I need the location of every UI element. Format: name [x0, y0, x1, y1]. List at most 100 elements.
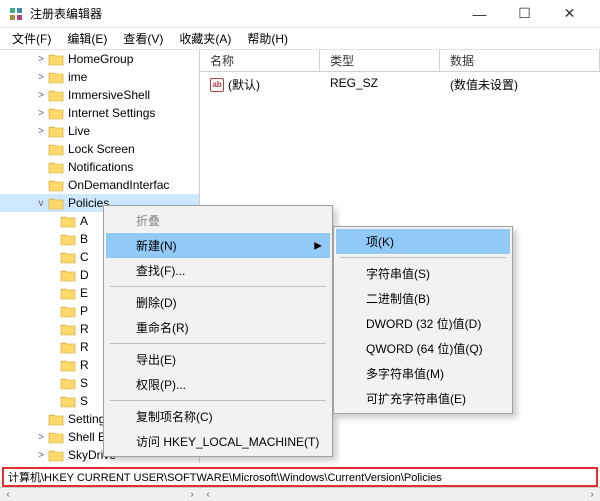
menu-separator — [340, 257, 506, 258]
menubar: 文件(F) 编辑(E) 查看(V) 收藏夹(A) 帮助(H) — [0, 28, 600, 50]
menu-rename[interactable]: 重命名(R) — [106, 315, 330, 340]
folder-icon — [60, 250, 76, 264]
tree-label: HomeGroup — [66, 52, 135, 66]
tree-label: R — [78, 358, 91, 372]
list-header: 名称 类型 数据 — [200, 50, 600, 72]
folder-icon — [60, 376, 76, 390]
tree-expander-icon[interactable]: > — [34, 126, 48, 137]
titlebar: 注册表编辑器 — ☐ ✕ — [0, 0, 600, 28]
submenu-key[interactable]: 项(K) — [336, 229, 510, 254]
menu-copy-key[interactable]: 复制项名称(C) — [106, 404, 330, 429]
tree-item[interactable]: > HomeGroup — [0, 50, 199, 68]
menu-view[interactable]: 查看(V) — [115, 28, 171, 49]
submenu-binary[interactable]: 二进制值(B) — [336, 286, 510, 311]
tree-label: Notifications — [66, 160, 135, 174]
menu-separator — [110, 286, 326, 287]
list-row[interactable]: ab (默认) REG_SZ (数值未设置) — [200, 72, 600, 97]
tree-label: Lock Screen — [66, 142, 137, 156]
menu-find[interactable]: 查找(F)... — [106, 258, 330, 283]
tree-expander-icon[interactable]: > — [34, 72, 48, 83]
cell-data: (数值未设置) — [440, 74, 600, 95]
folder-icon — [48, 52, 64, 66]
menu-delete[interactable]: 删除(D) — [106, 290, 330, 315]
tree-item[interactable]: >ime — [0, 68, 199, 86]
folder-icon — [48, 178, 64, 192]
submenu-string[interactable]: 字符串值(S) — [336, 261, 510, 286]
tree-label: S — [78, 376, 90, 390]
menu-favorites[interactable]: 收藏夹(A) — [171, 28, 239, 49]
chevron-right-icon: ▶ — [314, 240, 322, 251]
folder-icon — [48, 142, 64, 156]
string-value-icon: ab — [210, 78, 224, 92]
menu-separator — [110, 343, 326, 344]
tree-item[interactable]: > Live — [0, 122, 199, 140]
minimize-button[interactable]: — — [457, 0, 502, 28]
default-value-name: (默认) — [228, 76, 260, 93]
horizontal-scrollbar[interactable]: ‹› ‹› — [0, 487, 600, 501]
folder-icon — [60, 304, 76, 318]
menu-goto-hklm[interactable]: 访问 HKEY_LOCAL_MACHINE(T) — [106, 429, 330, 454]
folder-icon — [48, 70, 64, 84]
folder-icon — [60, 358, 76, 372]
cell-type: REG_SZ — [320, 74, 440, 95]
folder-icon — [60, 394, 76, 408]
folder-icon — [48, 88, 64, 102]
menu-collapse[interactable]: 折叠 — [106, 208, 330, 233]
tree-item[interactable]: > ImmersiveShell — [0, 86, 199, 104]
menu-new[interactable]: 新建(N) ▶ — [106, 233, 330, 258]
tree-expander-icon[interactable]: > — [34, 432, 48, 443]
menu-export[interactable]: 导出(E) — [106, 347, 330, 372]
menu-help[interactable]: 帮助(H) — [239, 28, 296, 49]
submenu-qword[interactable]: QWORD (64 位)值(Q) — [336, 336, 510, 361]
folder-icon — [60, 268, 76, 282]
tree-expander-icon[interactable]: > — [34, 450, 48, 461]
menu-file[interactable]: 文件(F) — [4, 28, 59, 49]
tree-label: P — [78, 304, 90, 318]
tree-label: D — [78, 268, 91, 282]
tree-label: A — [78, 214, 90, 228]
cell-name: ab (默认) — [200, 74, 320, 95]
tree-expander-icon[interactable]: > — [34, 108, 48, 119]
folder-icon — [48, 412, 64, 426]
close-button[interactable]: ✕ — [547, 0, 592, 28]
tree-label: Live — [66, 124, 92, 138]
col-type[interactable]: 类型 — [320, 50, 440, 71]
folder-icon — [48, 430, 64, 444]
folder-icon — [48, 124, 64, 138]
folder-icon — [60, 286, 76, 300]
status-path: 计算机\HKEY CURRENT USER\SOFTWARE\Microsoft… — [2, 467, 598, 487]
tree-item[interactable]: OnDemandInterfac — [0, 176, 199, 194]
tree-item[interactable]: Lock Screen — [0, 140, 199, 158]
menu-separator — [110, 400, 326, 401]
submenu-multi[interactable]: 多字符串值(M) — [336, 361, 510, 386]
folder-icon — [60, 340, 76, 354]
tree-expander-icon[interactable]: > — [34, 90, 48, 101]
submenu-expand[interactable]: 可扩充字符串值(E) — [336, 386, 510, 411]
tree-label: R — [78, 322, 91, 336]
app-icon — [8, 6, 24, 22]
folder-icon — [48, 448, 64, 462]
col-data[interactable]: 数据 — [440, 50, 600, 71]
submenu-new: 项(K) 字符串值(S) 二进制值(B) DWORD (32 位)值(D) QW… — [333, 226, 513, 414]
menu-new-label: 新建(N) — [136, 239, 177, 253]
context-menu: 折叠 新建(N) ▶ 查找(F)... 删除(D) 重命名(R) 导出(E) 权… — [103, 205, 333, 457]
tree-label: OnDemandInterfac — [66, 178, 171, 192]
window-title: 注册表编辑器 — [30, 5, 457, 22]
tree-expander-icon[interactable]: > — [34, 54, 48, 65]
folder-icon — [48, 160, 64, 174]
folder-icon — [48, 106, 64, 120]
menu-permissions[interactable]: 权限(P)... — [106, 372, 330, 397]
submenu-dword[interactable]: DWORD (32 位)值(D) — [336, 311, 510, 336]
folder-icon — [60, 322, 76, 336]
col-name[interactable]: 名称 — [200, 50, 320, 71]
tree-label: B — [78, 232, 90, 246]
folder-icon — [48, 196, 64, 210]
tree-item[interactable]: Notifications — [0, 158, 199, 176]
tree-item[interactable]: >Internet Settings — [0, 104, 199, 122]
tree-label: R — [78, 340, 91, 354]
maximize-button[interactable]: ☐ — [502, 0, 547, 28]
folder-icon — [60, 232, 76, 246]
tree-expander-icon[interactable]: v — [34, 198, 48, 209]
tree-label: ImmersiveShell — [66, 88, 152, 102]
menu-edit[interactable]: 编辑(E) — [59, 28, 115, 49]
